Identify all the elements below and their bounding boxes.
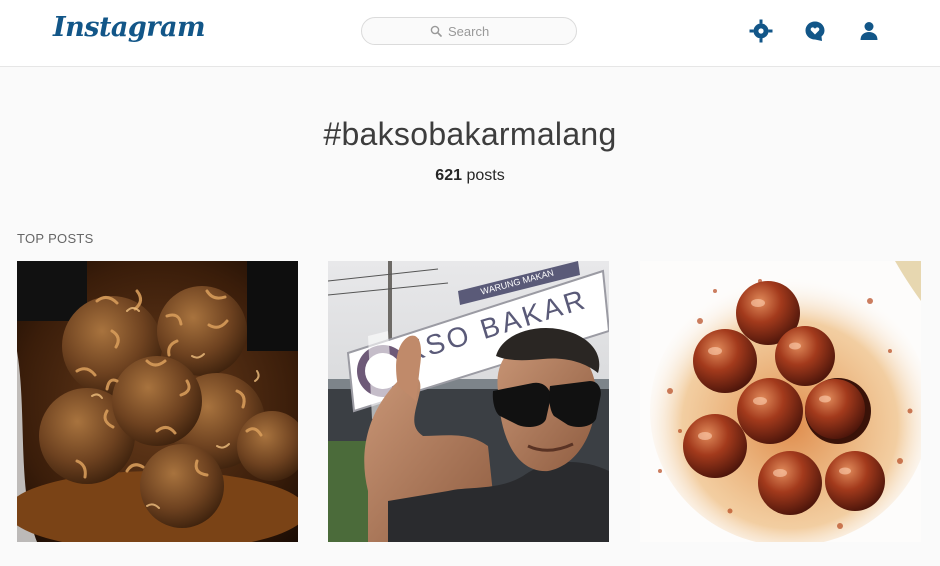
post-count: 621 posts <box>0 167 940 185</box>
hashtag-title: #baksobakarmalang <box>323 116 617 152</box>
post-image-selfie-bakso-sign: WARUNG MAKAN BAKSO BAKAR <box>328 261 609 542</box>
top-post-1[interactable] <box>17 261 298 542</box>
post-count-suffix: posts <box>462 167 505 184</box>
activity-icon[interactable] <box>803 19 827 43</box>
instagram-logo[interactable]: Instagram <box>53 12 206 43</box>
top-post-3[interactable] <box>640 261 921 542</box>
top-posts-label: TOP POSTS <box>17 231 94 246</box>
top-post-2[interactable]: WARUNG MAKAN BAKSO BAKAR <box>328 261 609 542</box>
search-icon <box>430 25 442 37</box>
profile-icon[interactable] <box>857 19 881 43</box>
post-count-number: 621 <box>435 167 462 184</box>
explore-icon[interactable] <box>749 19 773 43</box>
hashtag-header: #baksobakarmalang 621 posts <box>0 116 940 185</box>
post-image-grilled-meatballs <box>640 261 921 542</box>
search-input[interactable] <box>448 23 508 39</box>
post-image-meatballs-shallots <box>17 261 298 542</box>
top-navigation-bar: Instagram <box>0 0 940 67</box>
search-box[interactable] <box>361 17 577 45</box>
